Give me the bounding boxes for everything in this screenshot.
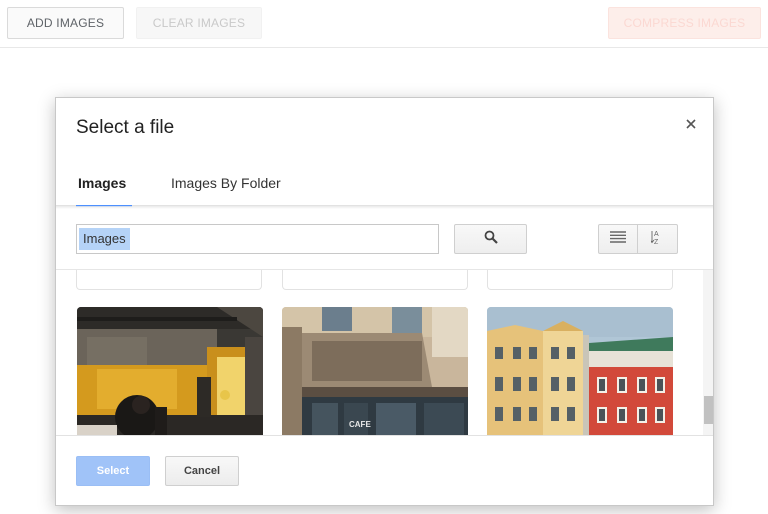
svg-text:CAFE: CAFE <box>349 420 371 429</box>
select-button[interactable]: Select <box>76 456 150 486</box>
image-thumbnail[interactable] <box>487 307 673 435</box>
tab-images[interactable]: Images <box>76 160 133 207</box>
add-images-button[interactable]: ADD IMAGES <box>7 7 124 39</box>
list-view-button[interactable] <box>598 224 638 254</box>
search-button[interactable] <box>454 224 527 254</box>
tab-images-label: Images <box>78 175 127 191</box>
file-card[interactable] <box>282 270 468 290</box>
clear-images-button[interactable]: CLEAR IMAGES <box>136 7 262 39</box>
top-toolbar: ADD IMAGES CLEAR IMAGES COMPRESS IMAGES <box>0 0 768 48</box>
svg-text:Z: Z <box>654 239 659 245</box>
file-card[interactable] <box>76 270 262 290</box>
scrollbar-thumb[interactable] <box>704 396 713 424</box>
svg-text:A: A <box>654 231 659 238</box>
photo-cafe-interior <box>77 307 263 435</box>
photo-building-cafe: CAFE <box>282 307 468 435</box>
file-card[interactable] <box>487 270 673 290</box>
image-thumbnail[interactable]: CAFE <box>282 307 468 435</box>
tabs-shadow <box>56 206 713 209</box>
sort-button[interactable]: A Z <box>638 224 678 254</box>
file-picker-dialog: Select a file Images Images By Folder Im… <box>55 97 714 506</box>
cancel-button[interactable]: Cancel <box>165 456 239 486</box>
search-input-value: Images <box>79 228 130 250</box>
tab-folder-label: Images By Folder <box>171 175 281 191</box>
image-thumbnail[interactable] <box>77 307 263 435</box>
dialog-tabs: Images Images By Folder <box>56 160 713 207</box>
sort-az-icon: A Z <box>649 229 665 250</box>
photo-colorful-houses <box>487 307 673 435</box>
compress-images-button[interactable]: COMPRESS IMAGES <box>608 7 761 39</box>
image-grid: CAFE <box>56 269 713 435</box>
close-icon[interactable] <box>683 118 699 134</box>
search-input[interactable]: Images <box>76 224 439 254</box>
dialog-title: Select a file <box>76 117 175 138</box>
list-view-icon <box>610 230 626 248</box>
search-icon <box>484 230 498 249</box>
dialog-footer: Select Cancel <box>56 435 713 505</box>
tab-images-by-folder[interactable]: Images By Folder <box>169 160 283 206</box>
